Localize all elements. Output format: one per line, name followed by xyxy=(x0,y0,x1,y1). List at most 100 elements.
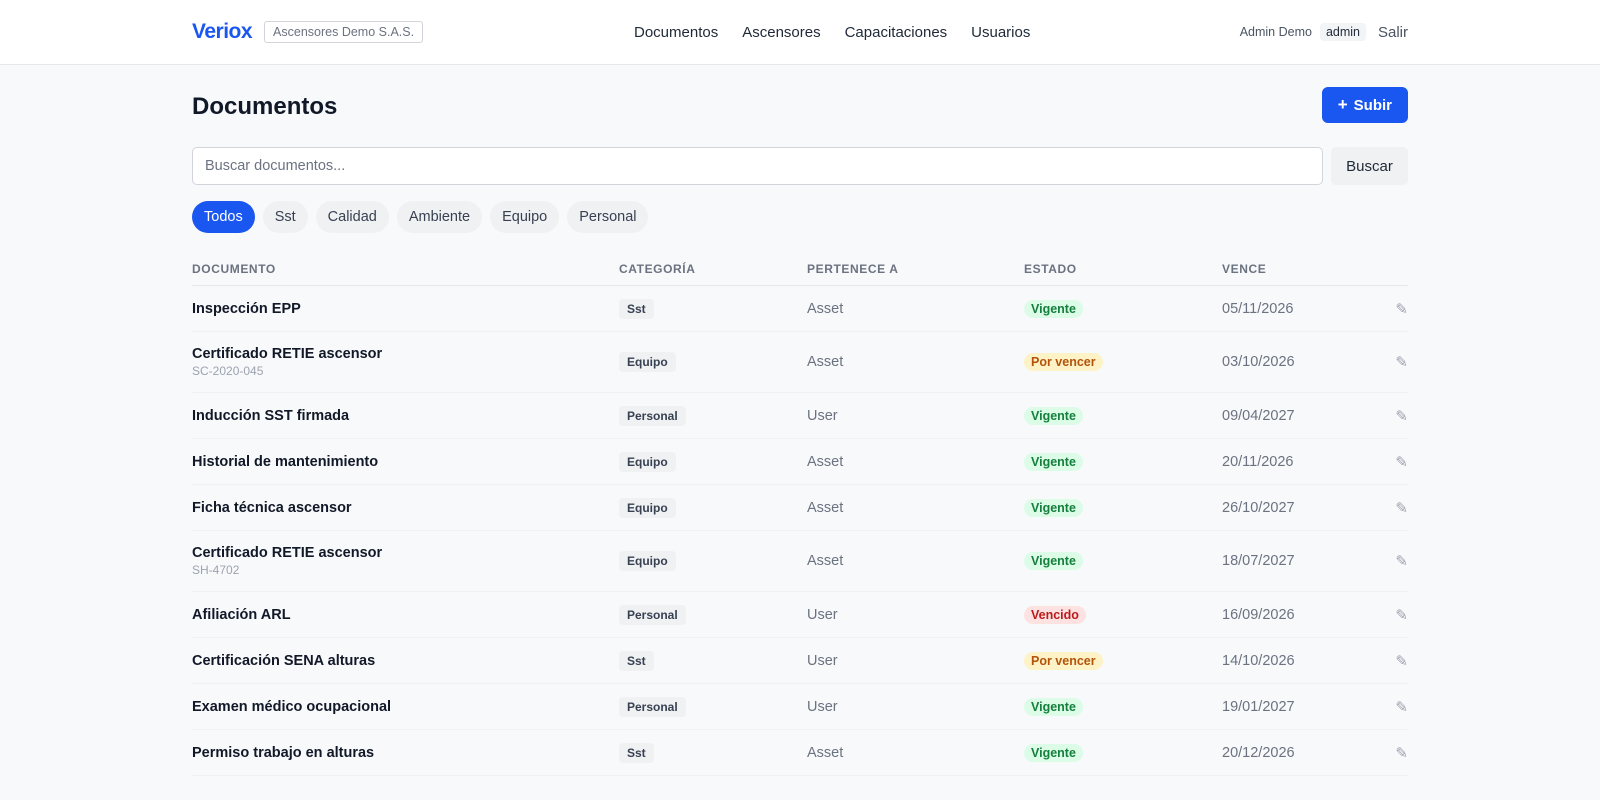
search-bar: Buscar xyxy=(192,147,1408,185)
organization-badge: Ascensores Demo S.A.S. xyxy=(264,21,424,43)
due-date: 09/04/2027 xyxy=(1222,407,1295,424)
role-badge: admin xyxy=(1319,23,1366,41)
document-name[interactable]: Certificado RETIE ascensor xyxy=(192,545,382,561)
document-code: SH-4702 xyxy=(192,563,240,577)
filter-chip-personal[interactable]: Personal xyxy=(567,201,649,233)
category-badge: Equipo xyxy=(619,451,676,472)
filter-chip-ambiente[interactable]: Ambiente xyxy=(396,201,483,233)
table-header: DOCUMENTO CATEGORÍA PERTENECE A ESTADO V… xyxy=(192,252,1408,286)
table-row[interactable]: Afiliación ARL Personal User Vencido 16/09/2… xyxy=(192,592,1408,638)
table-row[interactable]: Historial de mantenimiento Equipo Asset Vig… xyxy=(192,439,1408,485)
document-cell: Afiliación ARL xyxy=(192,607,291,623)
status-cell: Por vencer xyxy=(1024,353,1103,371)
filter-chip-calidad[interactable]: Calidad xyxy=(315,201,389,233)
document-name[interactable]: Certificado RETIE ascensor xyxy=(192,346,382,362)
due-date: 16/09/2026 xyxy=(1222,606,1295,623)
filter-chip-sst[interactable]: Sst xyxy=(262,201,308,233)
app-logo[interactable]: Veriox xyxy=(192,20,253,44)
nav-documentos[interactable]: Documentos xyxy=(634,24,718,41)
status-badge: Vencido xyxy=(1024,605,1086,624)
document-cell: Certificación SENA alturas xyxy=(192,653,375,669)
document-cell: Inducción SST firmada xyxy=(192,408,349,424)
pencil-icon[interactable]: ✎ xyxy=(1395,652,1408,670)
filter-chip-equipo[interactable]: Equipo xyxy=(490,201,560,233)
document-name[interactable]: Inducción SST firmada xyxy=(192,408,349,424)
pencil-icon[interactable]: ✎ xyxy=(1395,353,1408,371)
due-date: 19/01/2027 xyxy=(1222,698,1295,715)
pencil-icon[interactable]: ✎ xyxy=(1395,453,1408,471)
pencil-icon[interactable]: ✎ xyxy=(1395,698,1408,716)
table-row[interactable]: Ficha técnica ascensor Equipo Asset Vigente… xyxy=(192,485,1408,531)
table-row[interactable]: Certificado RETIE ascensor SH-4702 Equipo A… xyxy=(192,531,1408,592)
table-row[interactable]: Inspección EPP Sst Asset Vigente 05/11/2026 ✎ xyxy=(192,286,1408,332)
owner-type: User xyxy=(807,652,838,669)
nav-ascensores[interactable]: Ascensores xyxy=(742,24,820,41)
category-cell: Equipo xyxy=(619,497,676,518)
user-name: Admin Demo xyxy=(1239,25,1312,39)
status-badge: Vigente xyxy=(1024,299,1083,318)
document-name[interactable]: Certificación SENA alturas xyxy=(192,653,375,669)
navbar-inner: Veriox Ascensores Demo S.A.S. Documentos… xyxy=(192,0,1408,64)
due-date: 05/11/2026 xyxy=(1222,300,1294,317)
documents-table: DOCUMENTO CATEGORÍA PERTENECE A ESTADO V… xyxy=(192,252,1408,776)
nav-capacitaciones[interactable]: Capacitaciones xyxy=(845,24,948,41)
document-cell: Examen médico ocupacional xyxy=(192,699,391,715)
pencil-icon[interactable]: ✎ xyxy=(1395,300,1408,318)
document-cell: Certificado RETIE ascensor SC-2020-045 xyxy=(192,346,382,378)
filter-chip-todos[interactable]: Todos xyxy=(192,201,255,233)
header-vence: VENCE xyxy=(1222,261,1267,276)
pencil-icon[interactable]: ✎ xyxy=(1395,407,1408,425)
search-button[interactable]: Buscar xyxy=(1331,147,1408,185)
document-name[interactable]: Inspección EPP xyxy=(192,301,301,317)
status-cell: Vigente xyxy=(1024,406,1083,425)
status-badge: Por vencer xyxy=(1024,651,1103,670)
page-title: Documentos xyxy=(192,93,338,120)
status-cell: Vigente xyxy=(1024,743,1083,762)
owner-type: Asset xyxy=(807,300,844,317)
category-filters: Todos Sst Calidad Ambiente Equipo Personal xyxy=(192,201,1408,233)
owner-type: User xyxy=(807,407,838,424)
document-name[interactable]: Afiliación ARL xyxy=(192,607,291,623)
search-input[interactable] xyxy=(192,147,1323,185)
table-row[interactable]: Certificación SENA alturas Sst User Por ven… xyxy=(192,638,1408,684)
category-cell: Equipo xyxy=(619,352,676,372)
due-date: 18/07/2027 xyxy=(1222,553,1295,569)
document-name[interactable]: Ficha técnica ascensor xyxy=(192,500,352,516)
table-row[interactable]: Inducción SST firmada Personal User Vigente… xyxy=(192,393,1408,439)
due-date: 03/10/2026 xyxy=(1222,354,1295,370)
upload-button-label: Subir xyxy=(1353,96,1392,114)
pencil-icon[interactable]: ✎ xyxy=(1395,552,1408,570)
page-header: Documentos + Subir xyxy=(192,65,1408,147)
category-cell: Equipo xyxy=(619,551,676,571)
document-name[interactable]: Examen médico ocupacional xyxy=(192,699,391,715)
nav-usuarios[interactable]: Usuarios xyxy=(971,24,1030,41)
document-cell: Historial de mantenimiento xyxy=(192,454,378,470)
document-name[interactable]: Historial de mantenimiento xyxy=(192,454,378,470)
pencil-icon[interactable]: ✎ xyxy=(1395,499,1408,517)
due-date: 20/11/2026 xyxy=(1222,453,1294,470)
header-pertenece-a: PERTENECE A xyxy=(807,261,899,276)
pencil-icon[interactable]: ✎ xyxy=(1395,744,1408,762)
upload-button[interactable]: + Subir xyxy=(1321,87,1408,123)
category-badge: Personal xyxy=(619,696,686,717)
pencil-icon[interactable]: ✎ xyxy=(1395,606,1408,624)
table-row[interactable]: Certificado RETIE ascensor SC-2020-045 Equ… xyxy=(192,332,1408,393)
status-cell: Vigente xyxy=(1024,299,1083,318)
owner-type: Asset xyxy=(807,453,844,470)
status-cell: Vigente xyxy=(1024,552,1083,570)
status-cell: Por vencer xyxy=(1024,651,1103,670)
owner-type: Asset xyxy=(807,553,844,569)
category-badge: Equipo xyxy=(619,551,676,571)
due-date: 26/10/2027 xyxy=(1222,499,1295,516)
logout-link[interactable]: Salir xyxy=(1378,24,1408,41)
user-menu: Admin Demo admin Salir xyxy=(1240,23,1408,41)
owner-type: Asset xyxy=(807,744,844,761)
status-badge: Vigente xyxy=(1024,743,1083,762)
category-badge: Personal xyxy=(619,405,686,426)
category-cell: Personal xyxy=(619,604,686,625)
category-badge: Sst xyxy=(619,298,654,319)
status-cell: Vigente xyxy=(1024,452,1083,471)
table-row[interactable]: Permiso trabajo en alturas Sst Asset Vigent… xyxy=(192,730,1408,776)
table-row[interactable]: Examen médico ocupacional Personal User Vig… xyxy=(192,684,1408,730)
document-name[interactable]: Permiso trabajo en alturas xyxy=(192,745,374,761)
